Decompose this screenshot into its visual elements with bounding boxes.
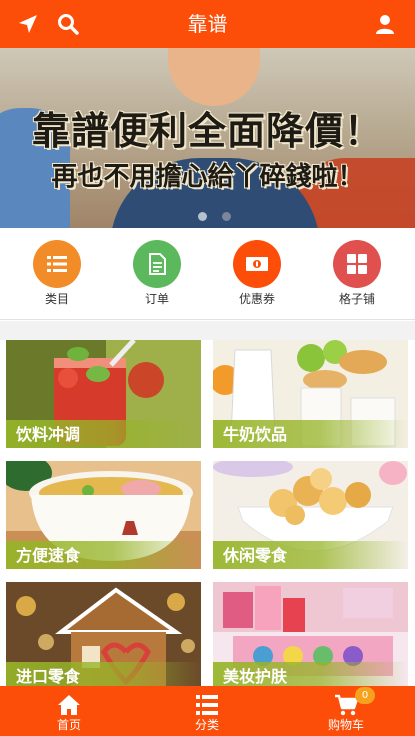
page-title: 靠谱 bbox=[187, 12, 228, 36]
carousel-dot-active[interactable] bbox=[222, 212, 231, 221]
quick-nav: 类目 订单 优惠券 格子铺 bbox=[0, 228, 415, 320]
category-name: 休闲零食 bbox=[223, 546, 288, 565]
banner-portrait bbox=[168, 48, 260, 106]
list-icon bbox=[196, 695, 218, 715]
category-tile-instant-food[interactable]: 方便速食 bbox=[6, 461, 201, 569]
category-tile-drinks[interactable]: 饮料冲调 bbox=[6, 340, 201, 448]
category-name: 进口零食 bbox=[16, 667, 81, 686]
quick-nav-label: 格子铺 bbox=[338, 292, 375, 306]
category-name: 美妆护肤 bbox=[223, 667, 288, 686]
quick-nav-orders[interactable]: 订单 bbox=[112, 240, 202, 318]
tab-label: 购物车 bbox=[327, 718, 364, 732]
home-icon bbox=[58, 695, 80, 715]
quick-nav-icon-bg bbox=[33, 240, 81, 288]
quick-nav-categories[interactable]: 类目 bbox=[12, 240, 102, 318]
banner-subheadline: 再也不用擔心給丫碎錢啦！ bbox=[51, 162, 364, 192]
quick-nav-icon-bg bbox=[133, 240, 181, 288]
section-divider bbox=[0, 321, 415, 340]
category-tile-milk[interactable]: 牛奶饮品 bbox=[213, 340, 408, 448]
top-bar: 靠谱 bbox=[0, 0, 415, 48]
tab-categories[interactable]: 分类 bbox=[138, 686, 276, 736]
carousel-dot[interactable] bbox=[198, 212, 207, 221]
grid-icon bbox=[347, 254, 367, 274]
quick-nav-icon-bg bbox=[233, 240, 281, 288]
bottom-tab-bar: 首页 分类 0 购物车 bbox=[0, 686, 415, 736]
quick-nav-label: 类目 bbox=[44, 292, 69, 306]
category-tile-snacks[interactable]: 休闲零食 bbox=[213, 461, 408, 569]
category-tile-imported-snacks[interactable]: 进口零食 bbox=[6, 582, 201, 690]
document-icon bbox=[149, 253, 166, 275]
quick-nav-grid-shop[interactable]: 格子铺 bbox=[312, 240, 402, 318]
promo-banner[interactable]: 靠譜便利全面降價！ 再也不用擔心給丫碎錢啦！ bbox=[0, 48, 415, 228]
category-name: 方便速食 bbox=[16, 546, 81, 565]
quick-nav-coupons[interactable]: 优惠券 bbox=[212, 240, 302, 318]
banner-headline: 靠譜便利全面降價！ bbox=[31, 108, 383, 153]
list-icon bbox=[47, 256, 67, 272]
cart-count-badge: 0 bbox=[355, 687, 375, 704]
tab-label: 分类 bbox=[194, 718, 219, 732]
quick-nav-label: 订单 bbox=[144, 292, 169, 306]
category-tile-cosmetics[interactable]: 美妆护肤 bbox=[213, 582, 408, 690]
category-name: 饮料冲调 bbox=[16, 425, 81, 444]
category-name: 牛奶饮品 bbox=[223, 425, 288, 444]
quick-nav-icon-bg bbox=[333, 240, 381, 288]
user-icon[interactable] bbox=[373, 12, 397, 36]
tab-cart[interactable]: 0 购物车 bbox=[277, 686, 415, 736]
money-icon bbox=[246, 257, 268, 271]
tab-home[interactable]: 首页 bbox=[0, 686, 138, 736]
quick-nav-label: 优惠券 bbox=[238, 292, 275, 306]
tab-label: 首页 bbox=[56, 718, 81, 732]
